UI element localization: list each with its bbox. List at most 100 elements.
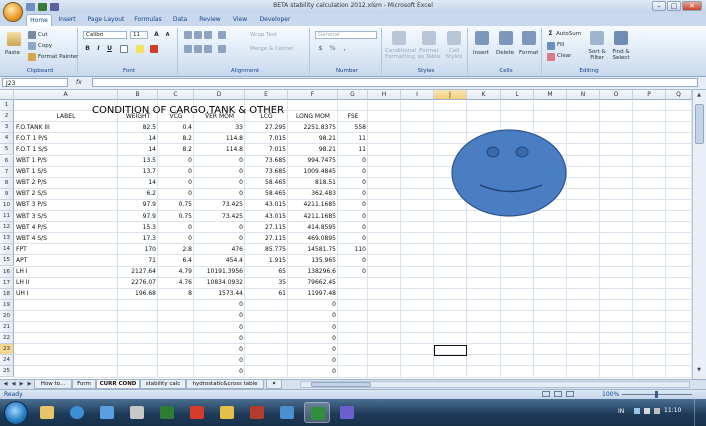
table-cell[interactable]: 27.115 <box>247 223 286 233</box>
table-cell[interactable]: WBT 3 P/S <box>16 200 116 210</box>
table-cell[interactable]: 11997.48 <box>290 289 336 299</box>
currency-button[interactable]: $ <box>316 45 325 53</box>
table-cell[interactable]: 0 <box>160 189 192 199</box>
table-cell[interactable]: 414.8595 <box>290 223 336 233</box>
sheet-tab-stability-calc[interactable]: stability calc <box>140 380 186 389</box>
table-cell[interactable]: 11 <box>340 134 366 144</box>
table-cell[interactable]: F.O.TANK III <box>16 123 116 133</box>
table-cell[interactable]: 14 <box>120 134 156 144</box>
horizontal-scroll-thumb[interactable] <box>311 382 371 387</box>
table-cell[interactable]: 14581.75 <box>290 245 336 255</box>
row-header[interactable]: 22 <box>0 333 14 345</box>
table-cell[interactable]: 65 <box>247 267 286 277</box>
table-cell[interactable]: 4.79 <box>160 267 192 277</box>
column-header-c[interactable]: C <box>158 90 194 100</box>
table-cell[interactable]: 0 <box>196 189 243 199</box>
table-cell[interactable]: 0 <box>290 323 336 333</box>
table-cell[interactable]: 0 <box>340 267 366 277</box>
paste-icon[interactable] <box>7 32 21 46</box>
table-cell[interactable]: 7.015 <box>247 134 286 144</box>
network-icon[interactable] <box>644 408 650 414</box>
close-button[interactable]: ✕ <box>682 1 702 11</box>
table-cell[interactable]: 0 <box>290 356 336 366</box>
table-cell[interactable]: 82.5 <box>120 123 156 133</box>
tab-insert[interactable]: Insert <box>55 14 79 26</box>
table-cell[interactable]: 2127.64 <box>120 267 156 277</box>
copy-icon[interactable] <box>28 42 36 50</box>
borders-icon[interactable] <box>120 45 128 53</box>
table-cell[interactable]: WBT 1 S/S <box>16 167 116 177</box>
table-cell[interactable]: 0 <box>340 256 366 266</box>
table-cell[interactable]: 10191.3956 <box>196 267 243 277</box>
clear-button[interactable]: Clear <box>557 53 571 59</box>
font-color-icon[interactable] <box>150 45 158 53</box>
row-header[interactable]: 20 <box>0 310 14 322</box>
column-header-d[interactable]: D <box>194 90 245 100</box>
table-cell[interactable]: 58.465 <box>247 178 286 188</box>
wrap-text-button[interactable]: Wrap Text <box>250 32 277 38</box>
table-cell[interactable]: 0 <box>340 178 366 188</box>
percent-button[interactable]: % <box>328 45 337 53</box>
align-middle-icon[interactable] <box>194 31 202 39</box>
row-header[interactable]: 18 <box>0 288 14 300</box>
format-painter-icon[interactable] <box>28 53 36 61</box>
formula-input[interactable] <box>92 78 698 87</box>
table-cell[interactable]: 97.9 <box>120 212 156 222</box>
taskbar-app-8[interactable] <box>244 402 270 423</box>
row-header[interactable]: 3 <box>0 122 14 134</box>
table-cell[interactable]: 0 <box>290 334 336 344</box>
zoom-level[interactable]: 100% <box>602 391 619 398</box>
row-header[interactable]: 23 <box>0 344 14 356</box>
table-cell[interactable]: LH II <box>16 278 116 288</box>
row-header[interactable]: 12 <box>0 222 14 234</box>
tab-developer[interactable]: Developer <box>256 14 294 26</box>
table-cell[interactable]: 79662.45 <box>290 278 336 288</box>
insert-sheet-icon[interactable]: ✦ <box>266 380 282 389</box>
table-cell[interactable]: 8.2 <box>160 145 192 155</box>
table-cell[interactable]: 35 <box>247 278 286 288</box>
tray-icon[interactable] <box>634 408 640 414</box>
column-header-k[interactable]: K <box>467 90 501 100</box>
table-cell[interactable]: WBT 3 S/S <box>16 212 116 222</box>
vertical-scroll-thumb[interactable] <box>695 104 704 144</box>
taskbar-app-4[interactable] <box>124 402 150 423</box>
align-bottom-icon[interactable] <box>204 31 212 39</box>
table-cell[interactable]: APT <box>16 256 116 266</box>
table-cell[interactable]: 4.76 <box>160 278 192 288</box>
row-header[interactable]: 7 <box>0 166 14 178</box>
sort-filter-button[interactable]: Sort & Filter <box>586 49 608 61</box>
table-cell[interactable]: 2276.07 <box>120 278 156 288</box>
cut-icon[interactable] <box>28 31 36 39</box>
table-cell[interactable]: 0 <box>290 300 336 310</box>
undo-icon[interactable] <box>38 3 47 11</box>
page-layout-view-icon[interactable] <box>554 391 562 397</box>
table-cell[interactable]: 97.9 <box>120 200 156 210</box>
delete-cells-icon[interactable] <box>499 31 513 45</box>
table-cell[interactable]: 0 <box>196 323 243 333</box>
table-cell[interactable]: 7.015 <box>247 145 286 155</box>
conditional-formatting-button[interactable]: Conditional Formatting <box>385 48 416 60</box>
table-cell[interactable]: 469.0895 <box>290 234 336 244</box>
table-cell[interactable]: 0 <box>196 178 243 188</box>
table-cell[interactable]: 0 <box>340 234 366 244</box>
table-cell[interactable]: 0 <box>196 156 243 166</box>
table-cell[interactable]: 33 <box>196 123 243 133</box>
table-cell[interactable]: 0 <box>196 223 243 233</box>
tab-formulas[interactable]: Formulas <box>132 14 164 26</box>
table-cell[interactable]: 110 <box>340 245 366 255</box>
sort-filter-icon[interactable] <box>590 31 604 45</box>
table-cell[interactable]: WBT 4 P/S <box>16 223 116 233</box>
table-cell[interactable]: 98.21 <box>290 134 336 144</box>
prev-sheet-icon[interactable]: ◀ <box>10 381 17 388</box>
format-cells-button[interactable]: Format <box>519 50 538 56</box>
column-header-o[interactable]: O <box>600 90 633 100</box>
scroll-up-icon[interactable]: ▲ <box>694 92 704 101</box>
autosum-icon[interactable]: Σ <box>546 30 555 38</box>
table-cell[interactable]: WBT 4 S/S <box>16 234 116 244</box>
fill-button[interactable]: Fill <box>557 42 564 48</box>
table-cell[interactable]: 0 <box>290 367 336 377</box>
tab-page-layout[interactable]: Page Layout <box>84 14 128 26</box>
row-header[interactable]: 13 <box>0 233 14 245</box>
table-cell[interactable]: 2.8 <box>160 245 192 255</box>
sheet-tab-how-to[interactable]: How to... <box>34 380 72 389</box>
